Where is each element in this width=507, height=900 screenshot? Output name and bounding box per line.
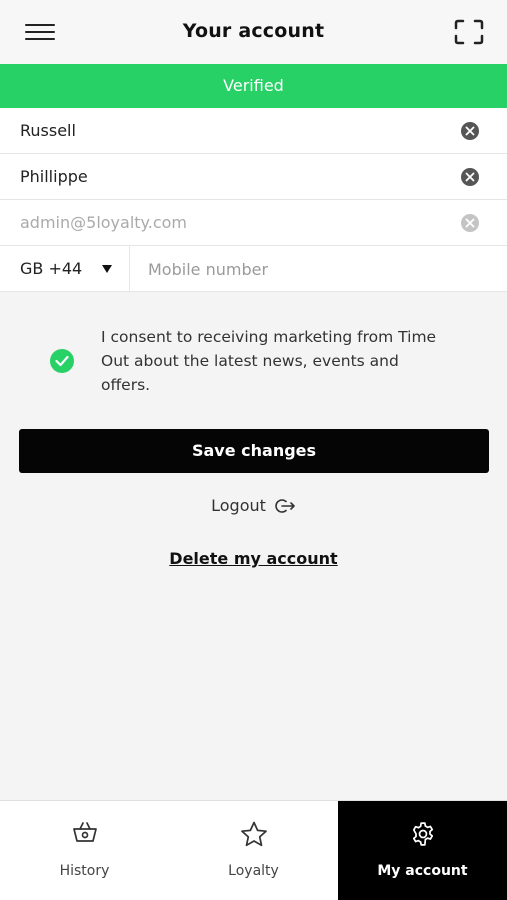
country-code-select[interactable]: GB +44 bbox=[0, 246, 130, 292]
country-code-value: GB +44 bbox=[20, 259, 83, 278]
gear-icon bbox=[412, 822, 433, 846]
last-name-field[interactable]: Phillippe bbox=[0, 154, 507, 200]
scan-button[interactable] bbox=[454, 19, 484, 45]
email-field: admin@5loyalty.com bbox=[0, 200, 507, 246]
app-header: Your account bbox=[0, 0, 507, 64]
first-name-value: Russell bbox=[20, 121, 76, 140]
tab-history[interactable]: History bbox=[0, 801, 169, 900]
logout-icon bbox=[275, 498, 295, 513]
verified-banner: Verified bbox=[0, 64, 507, 108]
checkmark-icon bbox=[55, 355, 69, 367]
first-name-field[interactable]: Russell bbox=[0, 108, 507, 154]
page-title: Your account bbox=[182, 20, 325, 42]
tab-loyalty-label: Loyalty bbox=[228, 863, 279, 879]
scan-frame-icon bbox=[454, 19, 484, 45]
consent-checkbox[interactable] bbox=[50, 349, 74, 373]
close-icon bbox=[465, 126, 475, 136]
tab-history-label: History bbox=[59, 863, 110, 879]
basket-icon bbox=[72, 822, 97, 842]
account-form: Russell Phillippe admin@5loyalty.com GB … bbox=[0, 108, 507, 292]
last-name-value: Phillippe bbox=[20, 167, 88, 186]
tab-my-account[interactable]: My account bbox=[338, 801, 507, 900]
clear-last-name-button[interactable] bbox=[461, 168, 479, 186]
delete-account-link[interactable]: Delete my account bbox=[0, 549, 507, 568]
clear-first-name-button[interactable] bbox=[461, 122, 479, 140]
bottom-tab-bar: History Loyalty My account bbox=[0, 800, 507, 900]
close-icon bbox=[465, 172, 475, 182]
tab-loyalty[interactable]: Loyalty bbox=[169, 801, 338, 900]
logout-label: Logout bbox=[211, 496, 266, 515]
caret-down-icon bbox=[102, 265, 112, 273]
clear-email-button bbox=[461, 214, 479, 232]
consent-text: I consent to receiving marketing from Ti… bbox=[101, 328, 437, 394]
email-value: admin@5loyalty.com bbox=[20, 213, 187, 232]
phone-field: GB +44 bbox=[0, 246, 507, 292]
close-icon bbox=[465, 218, 475, 228]
logout-button[interactable]: Logout bbox=[0, 496, 507, 515]
star-icon bbox=[240, 821, 267, 847]
mobile-number-input[interactable] bbox=[131, 246, 507, 292]
save-changes-button[interactable]: Save changes bbox=[19, 429, 489, 473]
tab-my-account-label: My account bbox=[377, 863, 468, 879]
